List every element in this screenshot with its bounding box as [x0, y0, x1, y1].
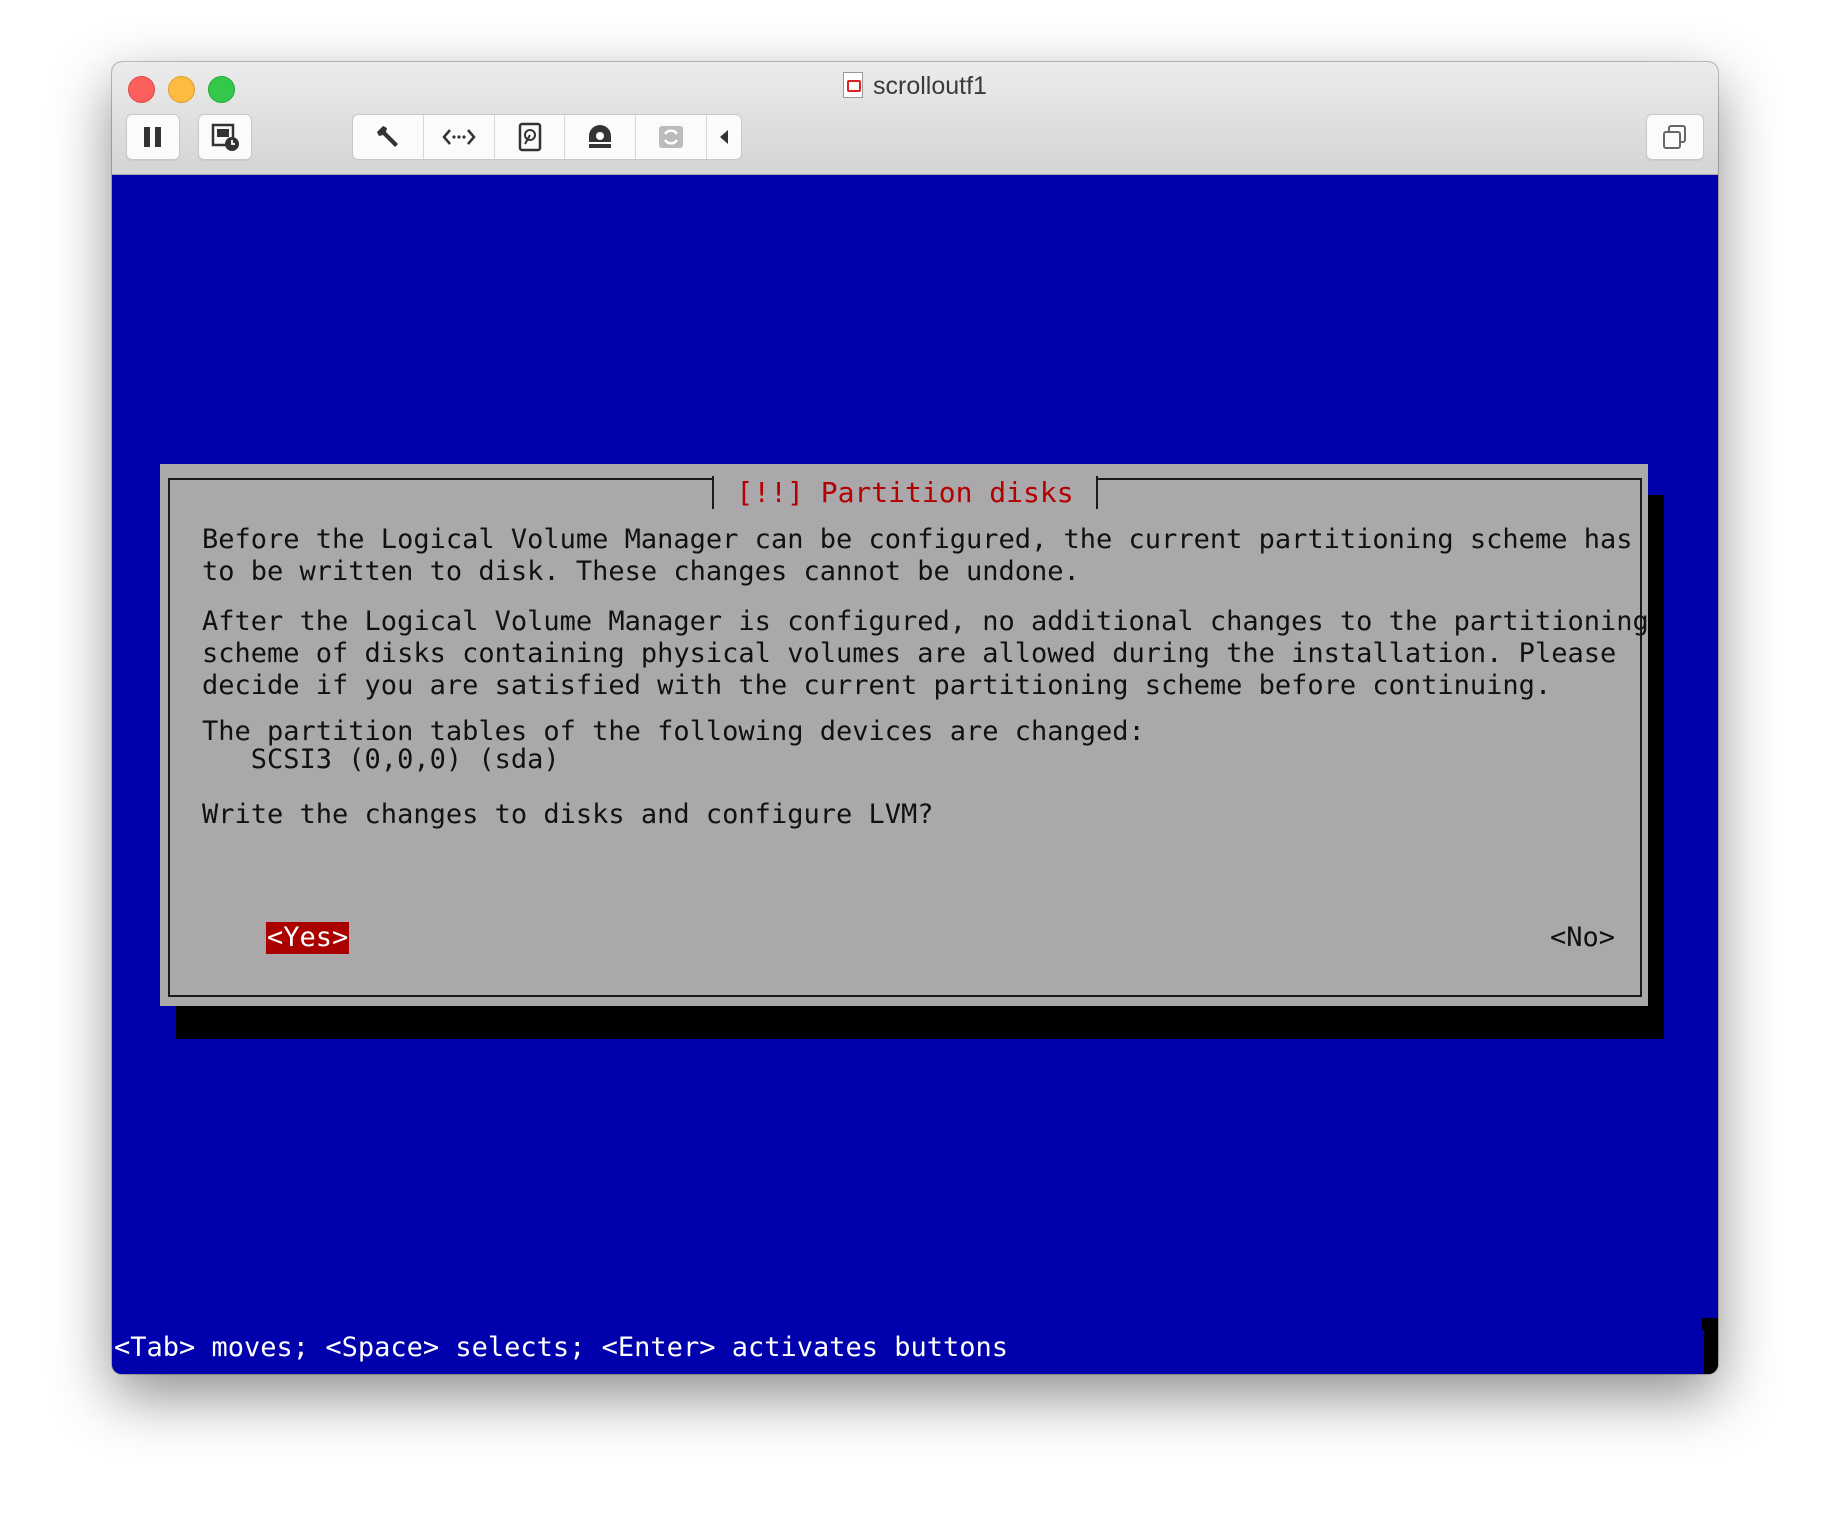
snapshot-icon [211, 123, 239, 151]
yes-button[interactable]: <Yes> [266, 922, 350, 954]
dialog-paragraph-2: After the Logical Volume Manager is conf… [202, 606, 1649, 701]
settings-button[interactable] [353, 115, 424, 159]
hard-disk-button[interactable] [495, 115, 566, 159]
network-button[interactable] [424, 115, 495, 159]
pause-icon [144, 127, 161, 147]
settings-wrench-icon [376, 126, 398, 147]
collapse-toolbar-button[interactable] [707, 115, 741, 159]
dialog-title: [!!] Partition disks [170, 476, 1640, 509]
usb-sync-icon [659, 126, 684, 148]
dialog-title-text: [!!] Partition disks [712, 476, 1098, 509]
usb-button[interactable] [636, 115, 708, 159]
window-title-text: scrolloutf1 [873, 72, 987, 100]
vm-document-icon [843, 72, 864, 98]
snapshot-button[interactable] [198, 114, 252, 160]
statusbar-shadow [1702, 1318, 1718, 1374]
dialog-frame: [!!] Partition disks Before the Logical … [168, 476, 1649, 997]
dialog-question: Write the changes to disks and configure… [202, 799, 934, 830]
partition-dialog: [!!] Partition disks Before the Logical … [160, 464, 1649, 1006]
device-toolbar [352, 114, 742, 160]
collapse-arrow-icon [720, 130, 729, 144]
optical-drive-icon [589, 125, 612, 148]
fullscreen-button[interactable] [1646, 114, 1704, 160]
vm-console-screen[interactable]: [!!] Partition disks Before the Logical … [112, 175, 1718, 1374]
no-button[interactable]: <No> [1550, 922, 1615, 954]
optical-drive-button[interactable] [565, 115, 637, 159]
network-arrows-icon [442, 129, 476, 145]
fullscreen-icon [1663, 125, 1686, 149]
hard-disk-icon [518, 122, 541, 152]
window-title: scrolloutf1 [112, 72, 1718, 101]
pause-button[interactable] [126, 114, 180, 160]
vm-window: scrolloutf1 [!!] Partition disks Before … [112, 62, 1718, 1374]
keyboard-hint-bar: <Tab> moves; <Space> selects; <Enter> ac… [112, 1330, 1704, 1374]
dialog-paragraph-1: Before the Logical Volume Manager can be… [202, 524, 1633, 587]
device-list-item: SCSI3 (0,0,0) (sda) [202, 744, 560, 775]
title-bar: scrolloutf1 [112, 62, 1718, 175]
